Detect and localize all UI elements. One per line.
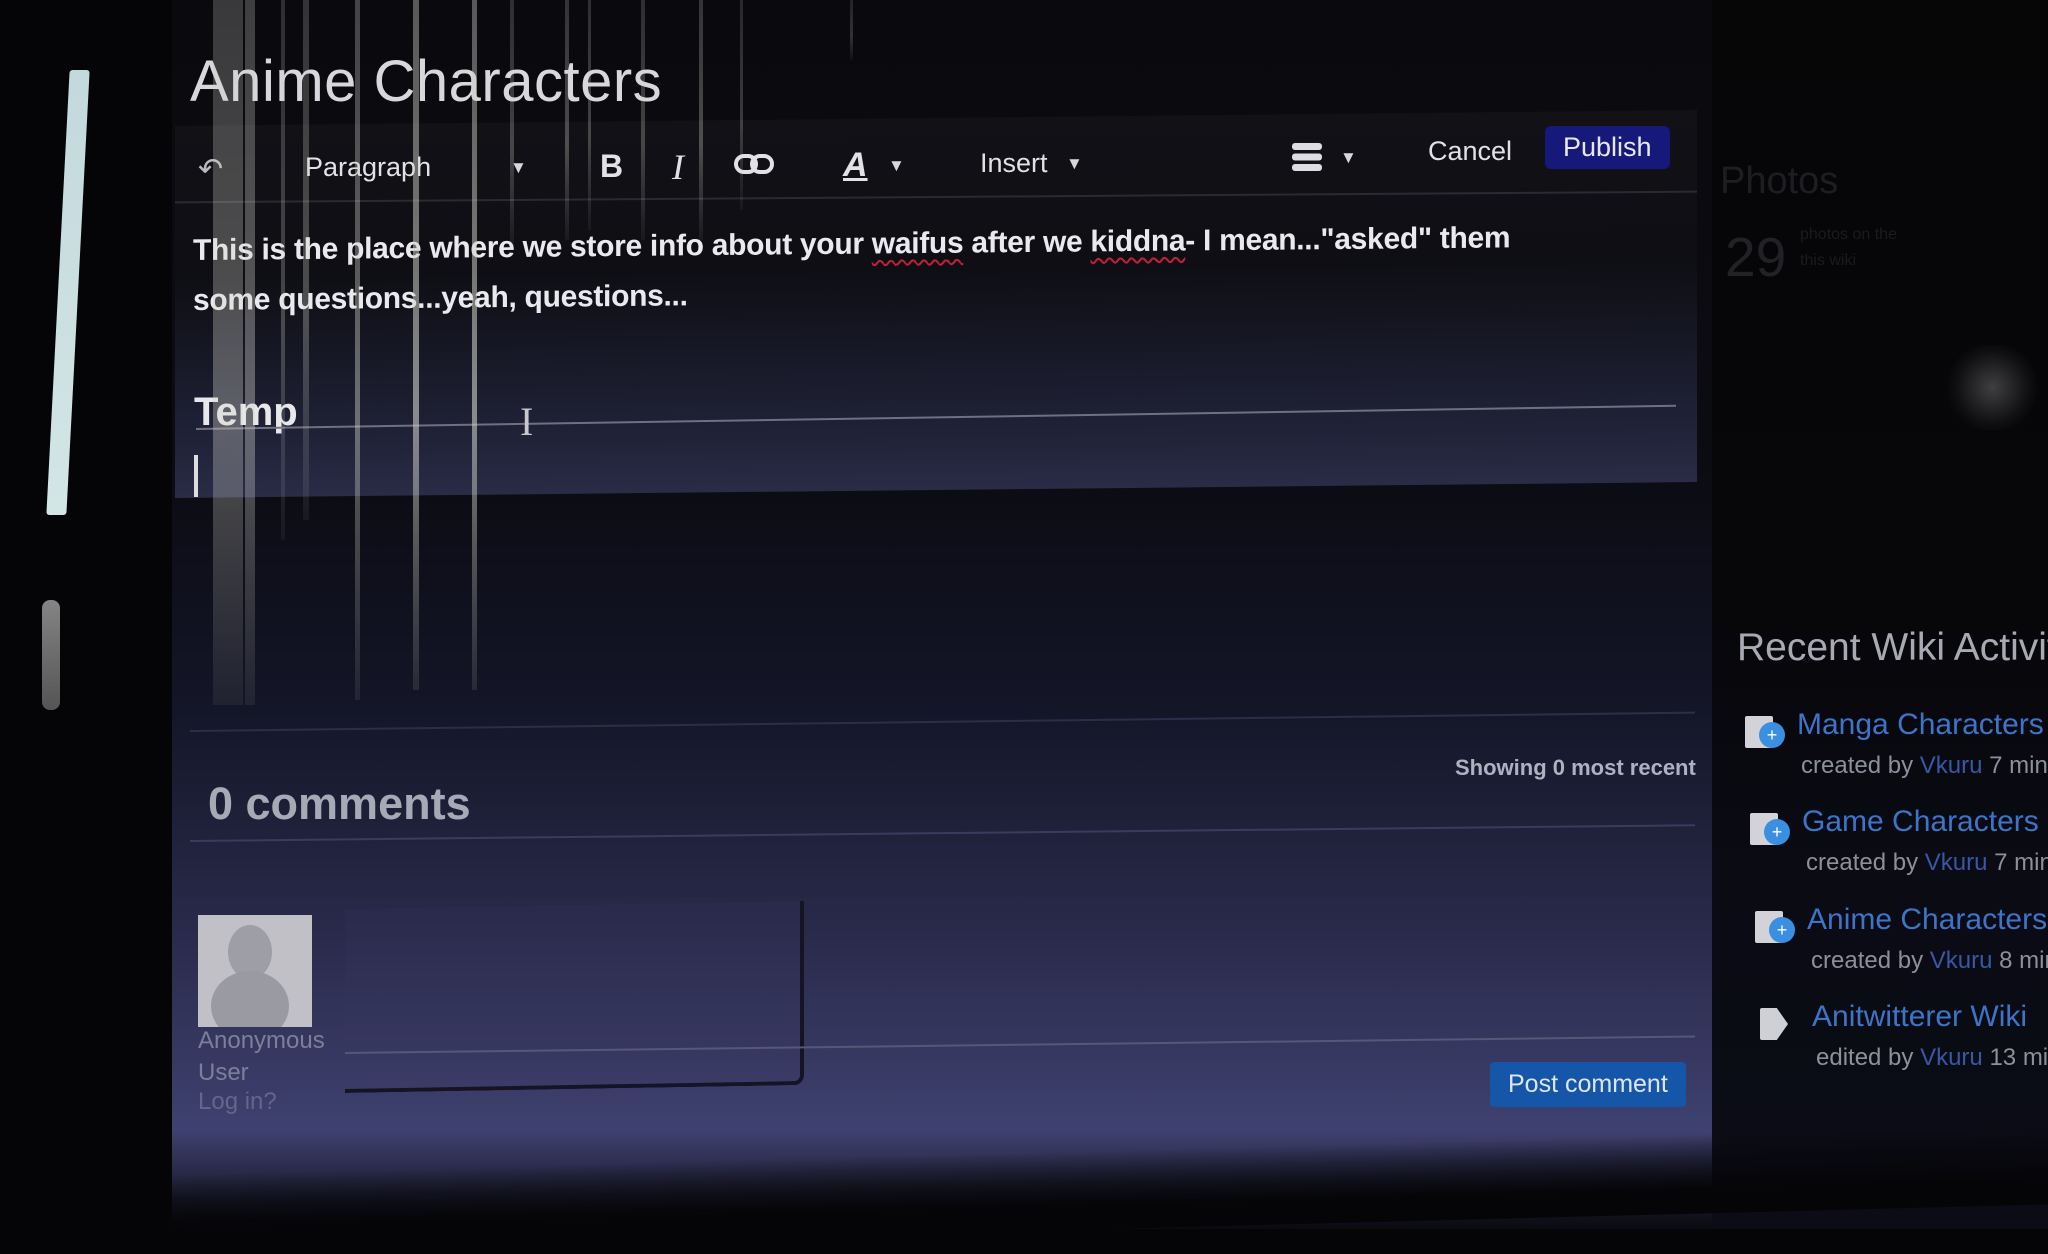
activity-time: 7 min: [1989, 752, 2048, 779]
insert-menu-button[interactable]: Insert: [980, 148, 1048, 179]
publish-button[interactable]: Publish: [1545, 126, 1670, 169]
italic-button[interactable]: I: [672, 146, 684, 188]
photos-caption: this wiki: [1800, 252, 1857, 269]
avatar-body: [211, 971, 289, 1027]
glitch-streak: [740, 0, 743, 210]
activity-time: 8 min: [1999, 947, 2048, 974]
activity-action: created by: [1811, 947, 1924, 974]
text-insertion-cursor: [194, 455, 198, 497]
activity-meta: created by Vkuru 7 min: [1801, 752, 2048, 780]
activity-user-link[interactable]: Vkuru: [1925, 849, 1988, 876]
plus-icon: +: [1759, 722, 1785, 748]
editor-body-paragraph[interactable]: This is the place where we store info ab…: [193, 213, 1533, 326]
user-name-line: Anonymous: [198, 1027, 325, 1054]
chevron-down-icon[interactable]: ▼: [1340, 148, 1357, 168]
monitor-bezel-glare: [46, 70, 90, 515]
glitch-streak: [413, 0, 419, 690]
new-page-icon: +: [1745, 716, 1785, 748]
glitch-streak: [303, 0, 309, 520]
activity-action: created by: [1801, 752, 1914, 779]
glitch-streak: [699, 0, 703, 240]
activity-action: edited by: [1816, 1044, 1914, 1071]
text-segment: This is the place where we store info ab…: [193, 227, 872, 267]
glitch-streak: [641, 0, 645, 240]
glitch-streak: [281, 0, 285, 540]
activity-user-link[interactable]: Vkuru: [1920, 752, 1983, 779]
activity-meta: edited by Vkuru 13 min: [1816, 1044, 2048, 1072]
glitch-streak: [245, 0, 255, 705]
user-name-line: User: [198, 1059, 249, 1086]
comments-count: 0 comments: [208, 778, 471, 829]
plus-icon: +: [1764, 819, 1790, 845]
glitch-streak: [472, 0, 477, 690]
photos-count: 29: [1725, 226, 1787, 288]
recent-wiki-activity-heading: Recent Wiki Activity: [1737, 626, 2048, 669]
list-menu-button[interactable]: [1290, 140, 1324, 181]
text-segment: after we: [963, 225, 1091, 260]
activity-page-link[interactable]: Game Characters: [1802, 805, 2039, 839]
login-link[interactable]: Log in?: [198, 1088, 277, 1116]
comments-showing-label: Showing 0 most recent: [1455, 755, 1696, 780]
bold-button[interactable]: B: [600, 148, 623, 185]
glitch-streak: [355, 0, 360, 700]
comment-user-name: Anonymous User: [198, 1025, 348, 1089]
photo-thumbnail[interactable]: [1945, 345, 2040, 430]
activity-user-link[interactable]: Vkuru: [1920, 1044, 1983, 1071]
comment-input[interactable]: [345, 900, 804, 1094]
glitch-streak: [850, 0, 853, 60]
photos-caption: photos on the: [1800, 226, 1897, 243]
activity-time: 7 min: [1994, 849, 2048, 876]
activity-meta: created by Vkuru 8 min: [1811, 947, 2048, 975]
ibeam-cursor-icon: I: [520, 399, 534, 444]
list-icon: [1292, 143, 1322, 171]
activity-page-link[interactable]: Anitwitterer Wiki: [1812, 1000, 2027, 1034]
chevron-down-icon[interactable]: ▼: [1066, 154, 1083, 174]
monitor-bezel-glare: [42, 600, 60, 710]
activity-page-link[interactable]: Anime Characters: [1807, 903, 2047, 937]
chevron-down-icon[interactable]: ▼: [888, 156, 905, 176]
new-page-icon: +: [1755, 911, 1795, 943]
photos-heading: Photos: [1720, 160, 1839, 202]
page-title: Anime Characters: [190, 49, 663, 114]
spelling-error-word[interactable]: waifus: [872, 227, 964, 261]
glitch-streak: [510, 0, 514, 250]
activity-page-link[interactable]: Manga Characters: [1797, 708, 2044, 742]
plus-icon: +: [1769, 917, 1795, 943]
new-page-icon: +: [1750, 813, 1790, 845]
avatar: [198, 915, 312, 1027]
activity-time: 13 min: [1989, 1044, 2048, 1071]
activity-meta: created by Vkuru 7 min: [1806, 849, 2048, 877]
glitch-streak: [213, 0, 243, 705]
activity-action: created by: [1806, 849, 1919, 876]
glitch-streak: [565, 0, 569, 240]
post-comment-button[interactable]: Post comment: [1490, 1062, 1686, 1107]
cancel-button[interactable]: Cancel: [1428, 136, 1512, 167]
activity-user-link[interactable]: Vkuru: [1930, 947, 1993, 974]
text-style-button[interactable]: A: [843, 146, 868, 185]
glitch-streak: [588, 0, 591, 230]
spelling-error-word[interactable]: kiddna: [1090, 224, 1185, 258]
